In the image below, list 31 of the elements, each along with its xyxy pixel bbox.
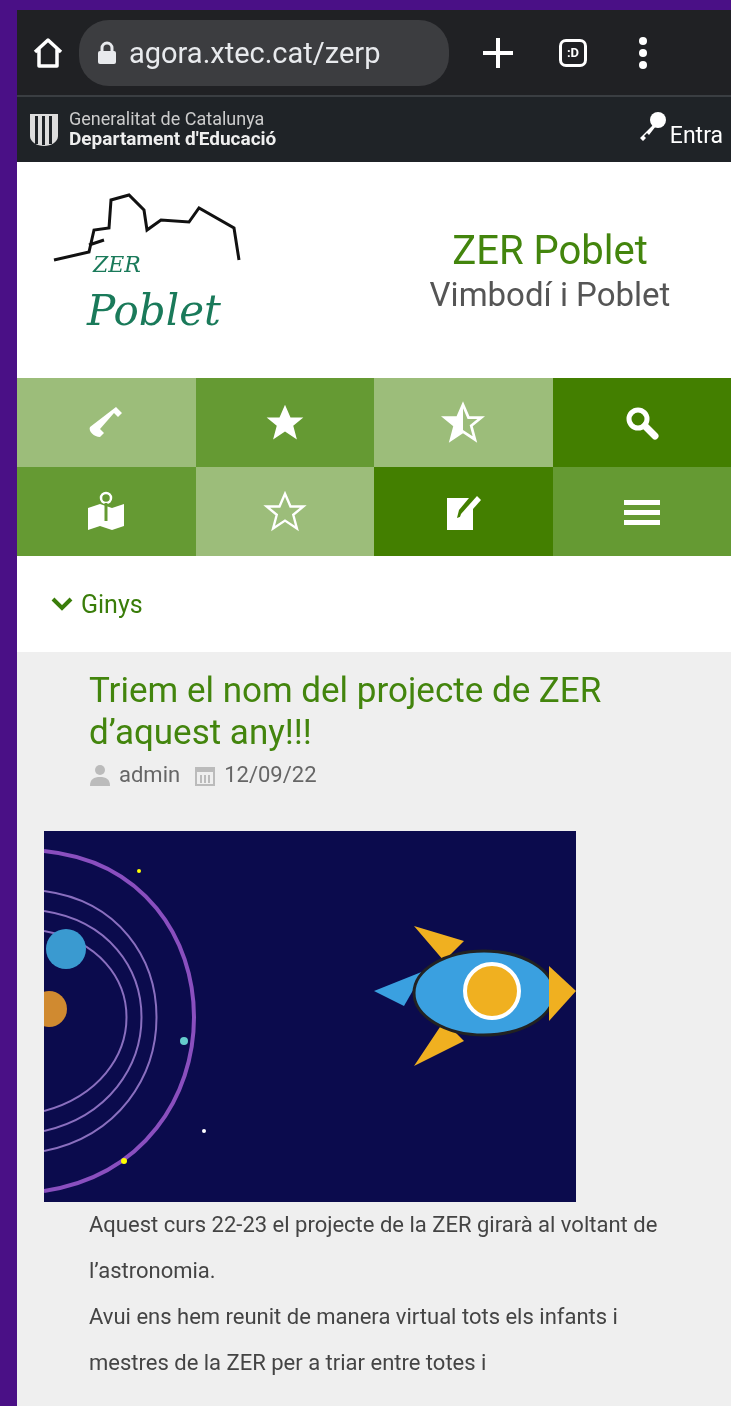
post-date: 12/09/22 (224, 762, 317, 787)
government-name: Generalitat de Catalunya (69, 110, 266, 129)
emblem-icon (27, 111, 61, 148)
half-star-icon (441, 400, 486, 445)
address-bar[interactable]: agora.xtec.cat/zerp (79, 19, 449, 86)
tab-switcher[interactable]: :D (559, 38, 587, 67)
site-title: ZER Poblet (452, 226, 648, 275)
post-author: admin (119, 762, 181, 787)
more-options-icon[interactable] (637, 35, 649, 70)
department-name: Departament d'Educació (69, 128, 278, 149)
post-title[interactable]: Triem el nom del projecte de ZER d’aquest any!!! (89, 670, 691, 754)
site-subtitle: Vimbodí i Poblet (429, 274, 671, 314)
nav-tile[interactable] (552, 467, 731, 556)
login-link[interactable]: Entra (635, 110, 723, 149)
nav-tile[interactable] (17, 467, 196, 556)
nav-tile[interactable] (374, 467, 553, 556)
nav-tile[interactable] (17, 378, 196, 467)
new-tab-icon[interactable] (481, 35, 515, 70)
nav-tile[interactable] (374, 378, 553, 467)
school-logo: ZER Poblet (49, 190, 269, 350)
lock-icon (97, 40, 117, 65)
nav-tile[interactable] (195, 378, 374, 467)
url-text: agora.xtec.cat/zerp (129, 35, 381, 70)
post-paragraph: Avui ens hem reunit de manera virtual tots els infants i mestres de la ZER per a triar entre totes i (89, 1303, 619, 1377)
post-paragraph: Aquest curs 22-23 el projecte de la ZER girarà al voltant de l’astronomia. (89, 1211, 659, 1285)
home-icon[interactable] (31, 35, 65, 70)
nav-tile[interactable] (195, 467, 374, 556)
widgets-toggle[interactable]: Ginys (51, 589, 143, 619)
user-icon (89, 763, 111, 786)
star-outline-icon (262, 489, 307, 534)
nav-tile[interactable] (552, 378, 731, 467)
